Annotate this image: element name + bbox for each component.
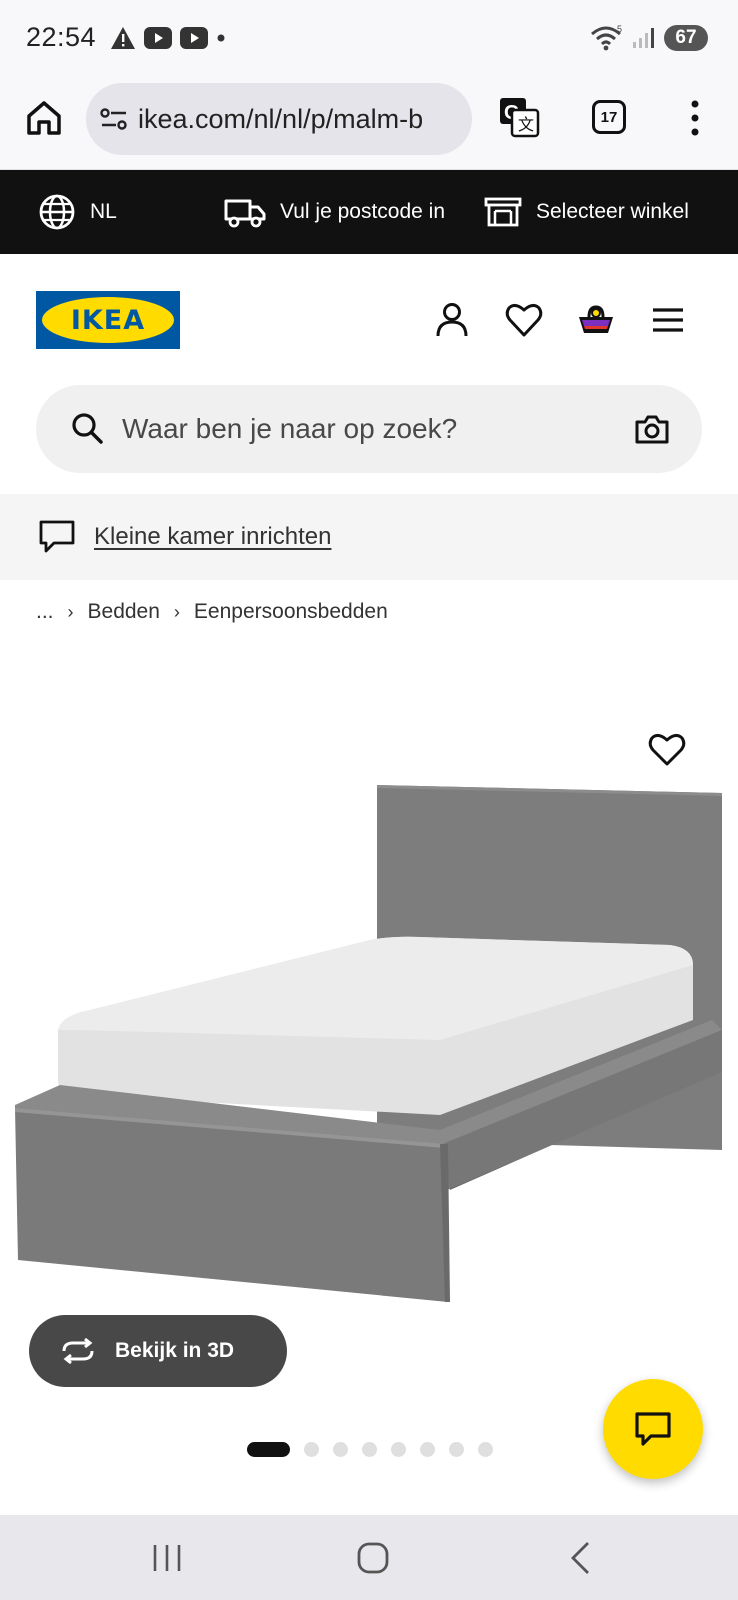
notification-icons (110, 26, 226, 50)
svg-text:文: 文 (518, 115, 534, 134)
status-time: 22:54 (26, 22, 97, 52)
translate-icon[interactable]: G文 (498, 96, 540, 138)
search-input[interactable] (122, 385, 602, 473)
wifi-sub-label: 5 (617, 24, 622, 34)
store-selector[interactable]: Selecteer winkel (484, 170, 689, 254)
carousel-dot[interactable] (304, 1442, 319, 1457)
search-icon (72, 413, 103, 444)
carousel-dot[interactable] (420, 1442, 435, 1457)
home-nav-icon[interactable] (350, 1535, 396, 1581)
breadcrumb-item-bedden[interactable]: Bedden (88, 600, 160, 624)
view-in-3d-button[interactable]: Bekijk in 3D (29, 1315, 287, 1387)
hamburger-menu-icon[interactable] (648, 300, 688, 340)
status-bar: 22:54 5 67 (0, 0, 738, 78)
view-in-3d-label: Bekijk in 3D (115, 1339, 235, 1362)
url-text: ikea.com/nl/nl/p/malm-b (138, 103, 424, 134)
chat-button[interactable] (603, 1379, 703, 1479)
tab-switcher-button[interactable]: 17 (592, 100, 626, 134)
promo-banner: Kleine kamer inrichten (0, 494, 738, 580)
carousel-dot[interactable] (391, 1442, 406, 1457)
dot-icon (217, 34, 225, 42)
store-label: Selecteer winkel (536, 200, 689, 223)
back-icon[interactable] (558, 1535, 604, 1581)
language-label: NL (90, 200, 117, 223)
rotate-3d-icon (62, 1338, 94, 1364)
breadcrumb-item-eenpersoonsbedden[interactable]: Eenpersoonsbedden (194, 600, 388, 624)
browser-toolbar: ikea.com/nl/nl/p/malm-b G文 17 (0, 78, 738, 170)
home-icon[interactable] (24, 98, 64, 138)
battery-indicator: 67 (664, 25, 708, 51)
delivery-truck-icon (224, 199, 266, 228)
product-favorite-heart-icon[interactable] (647, 730, 687, 768)
postcode-label: Vul je postcode in (280, 200, 445, 223)
chevron-right-icon: › (173, 601, 180, 622)
image-carousel-indicator (247, 1442, 493, 1457)
utility-bar: NL Vul je postcode in Selecteer winkel (0, 170, 738, 254)
system-navigation-bar (0, 1515, 738, 1600)
search-bar (36, 385, 702, 473)
cell-signal-icon (633, 28, 654, 48)
carousel-dot[interactable] (478, 1442, 493, 1457)
language-selector[interactable]: NL (38, 170, 117, 254)
carousel-dot[interactable] (333, 1442, 348, 1457)
address-bar[interactable]: ikea.com/nl/nl/p/malm-b (86, 83, 472, 155)
breadcrumb-ellipsis[interactable]: ... (36, 600, 54, 624)
store-icon (484, 197, 522, 227)
site-settings-icon[interactable] (100, 107, 128, 131)
globe-icon (39, 194, 75, 230)
warning-icon (111, 27, 135, 49)
camera-search-icon[interactable] (634, 412, 670, 446)
wishlist-heart-icon[interactable] (504, 300, 544, 340)
logo-text: IKEA (70, 304, 146, 336)
youtube-icon (180, 27, 208, 49)
logo-oval: IKEA (42, 297, 174, 343)
promo-link[interactable]: Kleine kamer inrichten (94, 523, 331, 551)
system-icons: 5 67 (590, 24, 708, 52)
carousel-dot[interactable] (362, 1442, 377, 1457)
shopping-bag-icon[interactable] (576, 300, 616, 340)
youtube-icon (144, 27, 172, 49)
carousel-dot[interactable] (449, 1442, 464, 1457)
postcode-button[interactable]: Vul je postcode in (224, 170, 445, 254)
ikea-logo[interactable]: IKEA (36, 291, 180, 349)
chat-icon (635, 1412, 671, 1446)
recent-apps-icon[interactable] (144, 1535, 190, 1581)
account-icon[interactable] (432, 300, 472, 340)
wifi-icon: 5 (591, 24, 622, 51)
breadcrumb: ... › Bedden › Eenpersoonsbedden (36, 600, 388, 624)
speech-bubble-icon (39, 520, 75, 553)
more-options-icon[interactable] (686, 98, 704, 138)
carousel-dot-active[interactable] (247, 1442, 290, 1457)
product-image-bed[interactable] (0, 700, 738, 1320)
chevron-right-icon: › (67, 601, 74, 622)
